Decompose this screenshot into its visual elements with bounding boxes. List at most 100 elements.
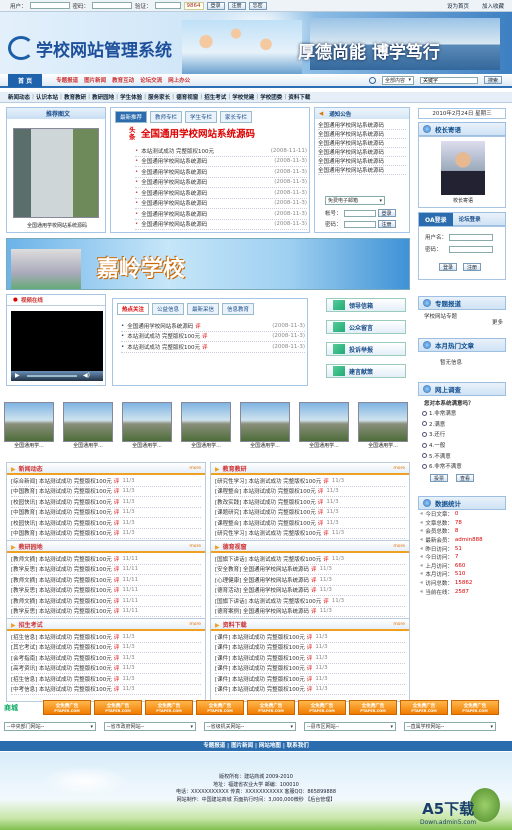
list-item[interactable]: [课件] 本站测试成功 完整版权100元评 11/3 xyxy=(215,664,405,674)
item-title[interactable]: [德育案例] 全国通用学校网站系统源码 xyxy=(215,607,309,615)
list-item[interactable]: [安全教育] 全国通用学校网站系统源码评 11/3 xyxy=(215,565,405,575)
list-item[interactable]: [课件] 本站测试成功 完整版权100元评 11/3 xyxy=(215,643,405,653)
item-title[interactable]: [高考资讯] 本站测试成功 完整版权100元 xyxy=(11,664,112,672)
link-select[interactable]: --直属学校网站-- ▾ xyxy=(404,722,496,731)
subnav-item[interactable]: 资料下载 xyxy=(288,93,310,101)
item-title[interactable]: 全国通用学校网站系统源码 xyxy=(141,157,207,165)
username-input[interactable] xyxy=(29,2,70,9)
survey-option[interactable]: 1.非常满意 xyxy=(422,408,462,419)
more-link[interactable]: more xyxy=(393,466,405,471)
item-title[interactable]: [国旗下讲话] 本站测试成功 完整版权100元 xyxy=(215,597,321,605)
nav-item-forum[interactable]: 论坛交流 xyxy=(140,76,162,84)
list-item[interactable]: [教改实践] 本站测试成功 完整版权100元评 11/3 xyxy=(215,497,405,508)
list-item[interactable]: [课件] 本站测试成功 完整版权100元评 11/3 xyxy=(215,653,405,664)
subnav-item[interactable]: 学校团委 xyxy=(260,93,282,101)
item-title[interactable]: [教学反思] 本站测试成功 完整版权100元 xyxy=(11,607,112,615)
video-player[interactable]: ▶ ◀) xyxy=(11,311,103,381)
list-item[interactable]: [中国教育] 本站测试成功 完整版权100元评 11/3 xyxy=(11,529,201,539)
list-item[interactable]: [课程整合] 本站测试成功 完整版权100元评 11/3 xyxy=(215,518,405,529)
subnav-item[interactable]: 教育教研 xyxy=(64,93,86,101)
list-item[interactable]: [校园快讯] 本站测试成功 完整版权100元评 11/3 xyxy=(11,497,201,508)
gallery-caption[interactable]: 全国通用学... xyxy=(122,442,172,449)
principal-name[interactable]: 校长寄语 xyxy=(419,197,507,204)
item-title[interactable]: [研究性学习] 本站测试成功 完整版权100元 xyxy=(215,477,321,485)
search-input[interactable] xyxy=(419,76,478,84)
special-report-item[interactable]: 学校网站专题 xyxy=(424,312,457,320)
list-item[interactable]: [教师文摘] 本站测试成功 完整版权100元评 11/11 xyxy=(11,554,201,565)
pic-news-image[interactable] xyxy=(13,128,99,218)
list-item[interactable]: • 全国通用学校网站系统源码 (2008-11-3) xyxy=(135,199,307,209)
forum-login-tab[interactable]: 论坛登录 xyxy=(459,215,481,223)
item-title[interactable]: [课题研究] 本站测试成功 完整版权100元 xyxy=(215,508,316,516)
gallery-item[interactable]: 全国通用学... xyxy=(122,402,172,454)
favorite-link[interactable]: 加入收藏 xyxy=(482,2,504,10)
item-title[interactable]: 本站测试成功 完整版权100元 xyxy=(127,343,200,351)
subnav-item[interactable]: 招生考试 xyxy=(204,93,226,101)
ad-banner[interactable]: 全免费广告 PTAPER.COM xyxy=(247,700,295,715)
radio-button[interactable] xyxy=(422,453,427,459)
item-title[interactable]: [课件] 本站测试成功 完整版权100元 xyxy=(215,664,305,672)
item-title[interactable]: [教改实践] 本站测试成功 完整版权100元 xyxy=(215,498,316,506)
gallery-thumb[interactable] xyxy=(63,402,113,442)
item-title[interactable]: [教师文摘] 本站测试成功 完整版权100元 xyxy=(11,555,112,563)
mail-login-button[interactable]: 登录 xyxy=(377,209,396,217)
item-title[interactable]: [课程整合] 本站测试成功 完整版权100元 xyxy=(215,487,316,495)
gallery-item[interactable]: 全国通用学... xyxy=(181,402,231,454)
more-link[interactable]: more xyxy=(189,544,201,549)
gallery-thumb[interactable] xyxy=(181,402,231,442)
notice-item[interactable]: 全国通用学校网站系统源码 xyxy=(318,130,406,139)
hot-news-tab[interactable]: 信息教育 xyxy=(222,303,255,315)
list-item[interactable]: [德育案例] 全国通用学校网站系统源码评 11/3 xyxy=(215,607,405,617)
item-title[interactable]: [国旗下讲话] 本站测试成功 完整版权100元 xyxy=(215,555,321,563)
list-item[interactable]: [课件] 本站测试成功 完整版权100元评 11/3 xyxy=(215,632,405,643)
item-title[interactable]: 全国通用学校网站系统源码 xyxy=(141,168,207,176)
item-title[interactable]: [教师文摘] 本站测试成功 完整版权100元 xyxy=(11,597,112,605)
survey-option[interactable]: 2.满意 xyxy=(422,419,462,430)
list-item[interactable]: [国旗下讲话] 本站测试成功 完整版权100元评 11/3 xyxy=(215,554,405,565)
search-button[interactable]: 搜索 xyxy=(483,76,502,84)
list-item[interactable]: • 本站测试成功 完整版权100元评 (2008-11-3) xyxy=(121,342,305,353)
item-title[interactable]: [教学反思] 本站测试成功 完整版权100元 xyxy=(11,586,112,594)
item-title[interactable]: [中考信息] 本站测试成功 完整版权100元 xyxy=(11,685,112,693)
nav-item-edu[interactable]: 教育互动 xyxy=(112,76,134,84)
gallery-item[interactable]: 全国通用学... xyxy=(63,402,113,454)
item-title[interactable]: [中国教育] 本站测试成功 完整版权100元 xyxy=(11,487,112,495)
footer-nav[interactable]: 专题报道 | 图片新闻 | 网站地图 | 联系我们 xyxy=(0,741,512,751)
item-title[interactable]: [教学反思] 本站测试成功 完整版权100元 xyxy=(11,565,112,573)
survey-option[interactable]: 4.一般 xyxy=(422,440,462,451)
subnav-item[interactable]: 新闻动态 xyxy=(8,93,30,101)
list-item[interactable]: [课程整合] 本站测试成功 完整版权100元评 11/3 xyxy=(215,487,405,497)
gallery-thumb[interactable] xyxy=(240,402,290,442)
link-select[interactable]: --省级机关网站-- ▾ xyxy=(204,722,296,731)
notice-item[interactable]: 全国通用学校网站系统源码 xyxy=(318,139,406,148)
list-item[interactable]: • 全国通用学校网站系统源码 (2008-11-3) xyxy=(135,188,307,199)
gallery-item[interactable]: 全国通用学... xyxy=(299,402,349,454)
radio-button[interactable] xyxy=(422,410,427,416)
gallery-thumb[interactable] xyxy=(4,402,54,442)
item-title[interactable]: [校园快讯] 本站测试成功 完整版权100元 xyxy=(11,519,112,527)
list-item[interactable]: • 本站测试成功 完整版权100元评 (2008-11-3) xyxy=(121,332,305,342)
login-button[interactable]: 登录 xyxy=(206,1,225,10)
list-item[interactable]: [课件] 本站测试成功 完整版权100元评 11/3 xyxy=(215,685,405,695)
list-item[interactable]: [招生信息] 本站测试成功 完整版权100元评 11/3 xyxy=(11,674,201,685)
item-title[interactable]: 全国通用学校网站系统源码 xyxy=(141,199,207,207)
item-title[interactable]: [会考指南] 本站测试成功 完整版权100元 xyxy=(11,654,112,662)
function-button[interactable]: 公众留言 xyxy=(326,320,406,334)
list-item[interactable]: [课件] 本站测试成功 完整版权100元评 11/3 xyxy=(215,674,405,685)
list-item[interactable]: [教师文摘] 本站测试成功 完整版权100元评 11/11 xyxy=(11,575,201,586)
function-button[interactable]: 建言献策 xyxy=(326,364,406,378)
item-title[interactable]: 全国通用学校网站系统源码 xyxy=(141,210,207,218)
ad-banner[interactable]: 全免费广告 PTAPER.COM xyxy=(298,700,346,715)
item-title[interactable]: [招生信息] 本站测试成功 完整版权100元 xyxy=(11,675,112,683)
notice-item[interactable]: 全国通用学校网站系统源码 xyxy=(318,166,406,175)
item-title[interactable]: [课件] 本站测试成功 完整版权100元 xyxy=(215,654,305,662)
item-title[interactable]: [课件] 本站测试成功 完整版权100元 xyxy=(215,675,305,683)
survey-option[interactable]: 5.不满意 xyxy=(422,450,462,461)
gallery-caption[interactable]: 全国通用学... xyxy=(358,442,408,449)
gallery-caption[interactable]: 全国通用学... xyxy=(240,442,290,449)
gallery-item[interactable]: 全国通用学... xyxy=(240,402,290,454)
ad-banner[interactable]: 全免费广告 PTAPER.COM xyxy=(94,700,142,715)
item-title[interactable]: 本站测试成功 完整版权100元 xyxy=(127,332,200,340)
pic-news-caption[interactable]: 全国通用学校网站系统源码 xyxy=(9,222,105,229)
subnav-item[interactable]: 认识本站 xyxy=(36,93,58,101)
